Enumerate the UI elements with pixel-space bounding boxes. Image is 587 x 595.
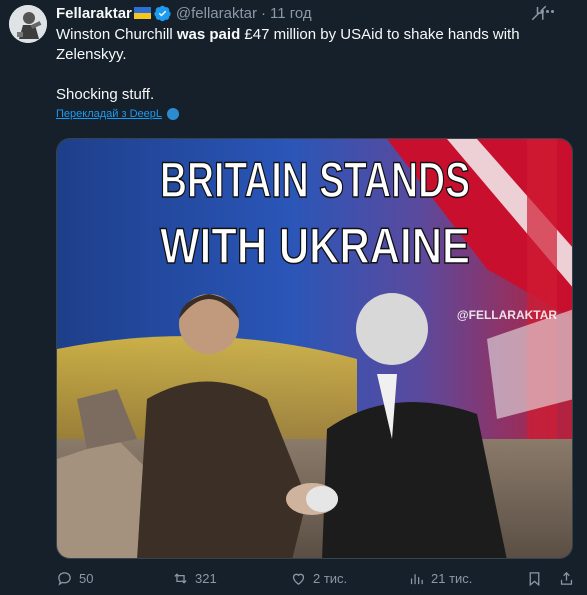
image-headline-2: WITH UKRAINE: [160, 218, 470, 274]
more-icon[interactable]: [541, 8, 569, 14]
tweet-text-bold: was paid: [176, 26, 241, 43]
like-button[interactable]: 2 тис.: [290, 570, 347, 587]
bookmark-icon: [529, 572, 540, 587]
tweet-image[interactable]: BRITAIN STANDS WITH UKRAINE @FELLARAKTAR: [56, 138, 573, 559]
like-icon: [292, 573, 305, 585]
share-icon: [560, 571, 573, 585]
avatar[interactable]: [9, 5, 47, 43]
image-watermark: @FELLARAKTAR: [457, 308, 557, 322]
repost-button[interactable]: 321: [172, 570, 217, 587]
translate-link[interactable]: Перекладай з DeepL: [56, 108, 179, 120]
views-count: 21 тис.: [431, 571, 473, 586]
verified-badge-icon: [154, 5, 171, 21]
bookmark-button[interactable]: [526, 570, 543, 587]
tweet-text-line2: Zelenskyy.: [56, 46, 127, 63]
reply-button[interactable]: 50: [56, 570, 93, 587]
tweet-text-line3: Shocking stuff.: [56, 86, 155, 103]
tweet-text: Winston Churchill was paid £47 million b…: [56, 25, 566, 105]
tweet-time[interactable]: 11 год: [270, 5, 312, 22]
tweet-text-part1: Winston Churchill: [56, 26, 177, 43]
translate-label[interactable]: Перекладай з DeepL: [56, 108, 162, 120]
tweet[interactable]: Fellaraktar @fellaraktar · 11 год Winsto…: [0, 0, 587, 595]
author-name[interactable]: Fellaraktar: [56, 5, 132, 22]
author-handle[interactable]: @fellaraktar: [176, 5, 257, 22]
views-button[interactable]: 21 тис.: [408, 570, 472, 587]
like-count: 2 тис.: [313, 571, 348, 586]
repost-icon: [174, 573, 187, 584]
views-icon: [410, 574, 423, 585]
reply-icon: [58, 572, 71, 586]
image-headline-1: BRITAIN STANDS: [160, 152, 470, 208]
repost-count: 321: [195, 571, 217, 586]
tweet-text-part2: £47 million by USAid to shake hands with: [240, 26, 520, 43]
share-button[interactable]: [558, 570, 575, 587]
tweet-header: Fellaraktar @fellaraktar · 11 год: [56, 3, 312, 23]
reply-count: 50: [79, 571, 94, 586]
ukraine-flag-icon: [133, 7, 151, 19]
tweet-actions: 50 321 2 тис. 21 тис.: [56, 568, 576, 592]
deepl-icon: [166, 108, 179, 120]
separator-dot: ·: [260, 4, 266, 22]
